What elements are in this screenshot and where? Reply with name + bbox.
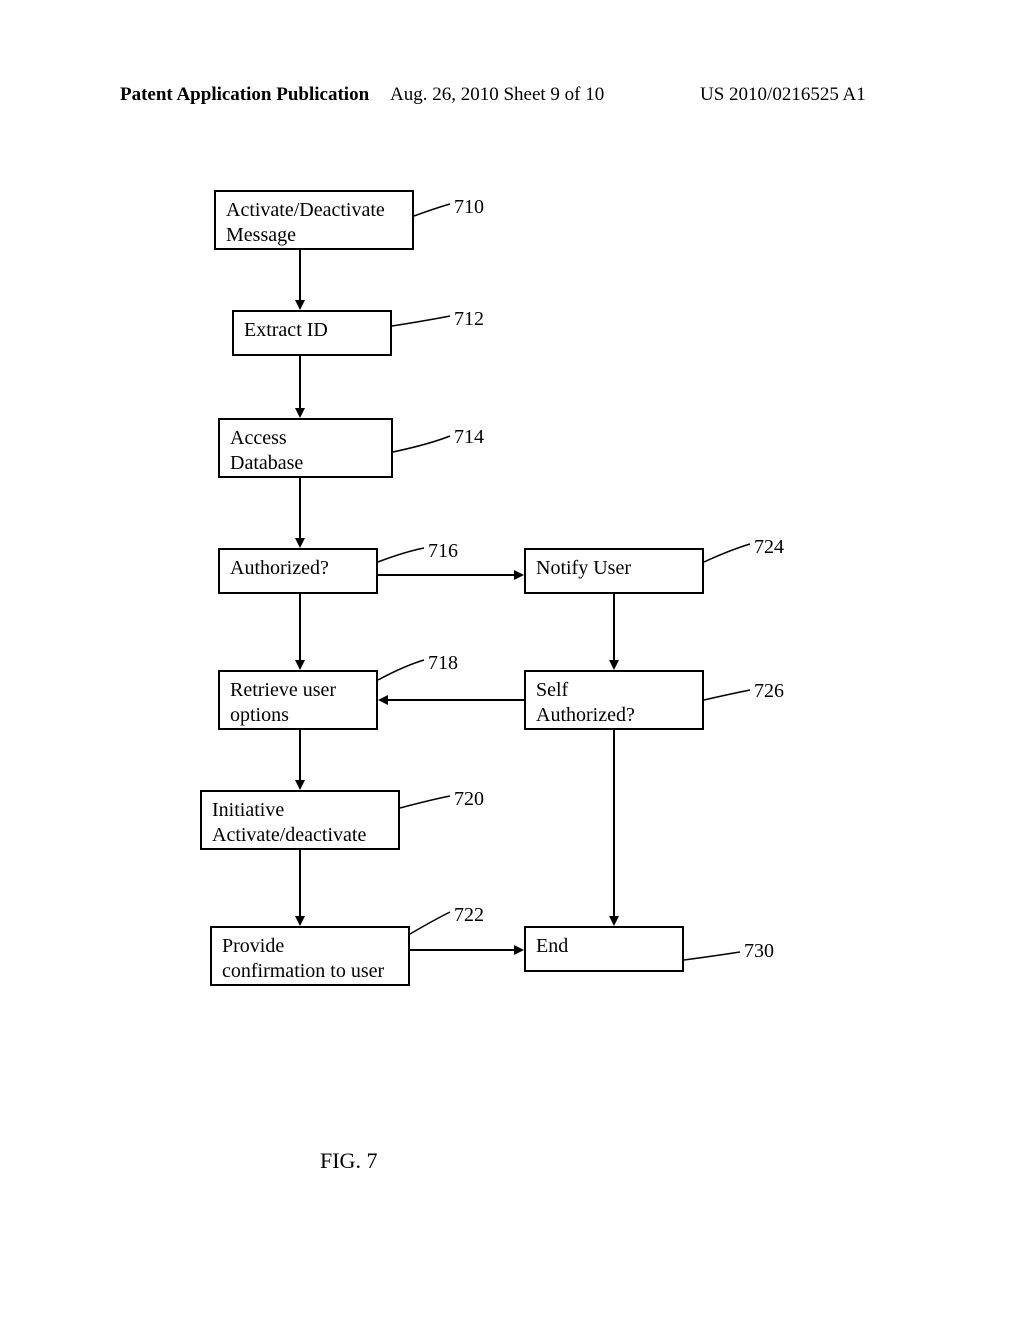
- flowchart-connectors: [0, 0, 1024, 1320]
- ref-716: 716: [428, 540, 458, 563]
- ref-712: 712: [454, 308, 484, 331]
- figure-caption: FIG. 7: [320, 1148, 377, 1174]
- ref-714: 714: [454, 426, 484, 449]
- box-provide-confirmation: Provideconfirmation to user: [210, 926, 410, 986]
- header-mid: Aug. 26, 2010 Sheet 9 of 10: [390, 84, 604, 106]
- box-authorized: Authorized?: [218, 548, 378, 594]
- box-retrieve-user-options: Retrieve useroptions: [218, 670, 378, 730]
- ref-718: 718: [428, 652, 458, 675]
- box-end: End: [524, 926, 684, 972]
- ref-720: 720: [454, 788, 484, 811]
- box-initiative-activate-deactivate: InitiativeActivate/deactivate: [200, 790, 400, 850]
- ref-724: 724: [754, 536, 784, 559]
- box-extract-id: Extract ID: [232, 310, 392, 356]
- box-notify-user: Notify User: [524, 548, 704, 594]
- box-activate-deactivate-message: Activate/DeactivateMessage: [214, 190, 414, 250]
- ref-722: 722: [454, 904, 484, 927]
- header-left: Patent Application Publication: [120, 84, 369, 106]
- ref-726: 726: [754, 680, 784, 703]
- header-right: US 2010/0216525 A1: [700, 84, 866, 106]
- ref-710: 710: [454, 196, 484, 219]
- box-self-authorized: SelfAuthorized?: [524, 670, 704, 730]
- box-access-database: AccessDatabase: [218, 418, 393, 478]
- ref-730: 730: [744, 940, 774, 963]
